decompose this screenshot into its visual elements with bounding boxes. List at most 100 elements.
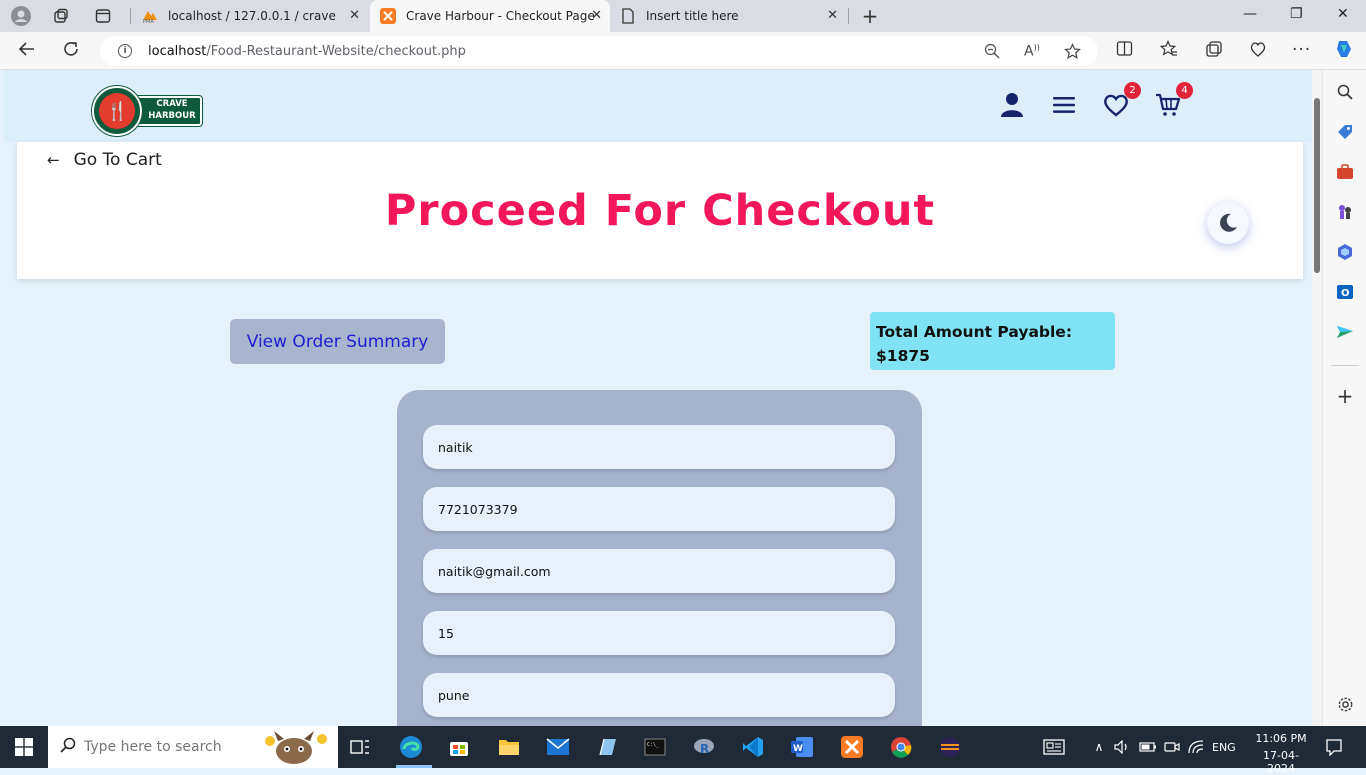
email-field[interactable] bbox=[423, 549, 895, 593]
notifications-icon[interactable] bbox=[1322, 735, 1346, 759]
search-icon[interactable] bbox=[1335, 82, 1355, 102]
split-screen-icon[interactable] bbox=[1116, 40, 1133, 62]
windows-start-icon[interactable] bbox=[12, 735, 36, 759]
xampp-taskbar-icon[interactable] bbox=[840, 735, 864, 759]
scrollbar-thumb[interactable] bbox=[1314, 98, 1320, 273]
house-number-field[interactable] bbox=[423, 611, 895, 655]
name-field[interactable] bbox=[423, 425, 895, 469]
close-window-icon[interactable]: ✕ bbox=[1337, 6, 1349, 22]
crave-harbour-logo[interactable]: 🍴 CRAVE HARBOUR bbox=[91, 85, 203, 137]
read-aloud-icon[interactable]: A)) bbox=[1024, 43, 1040, 60]
clock-date[interactable]: 17-04-2024 bbox=[1250, 749, 1312, 775]
restore-icon[interactable]: ❐ bbox=[1290, 6, 1303, 22]
cart-icon[interactable]: 4 bbox=[1155, 82, 1193, 118]
more-options-icon[interactable]: ··· bbox=[1292, 40, 1311, 60]
terminal-icon[interactable]: C:\_ bbox=[643, 735, 667, 759]
outlook-icon[interactable]: O bbox=[1335, 282, 1355, 302]
favorite-star-icon[interactable] bbox=[1064, 43, 1081, 64]
hamburger-menu-icon[interactable] bbox=[1051, 92, 1077, 118]
document-icon bbox=[620, 8, 636, 24]
eclipse-icon[interactable] bbox=[938, 735, 962, 759]
checkout-header-card: ← Go To Cart Proceed For Checkout bbox=[17, 142, 1303, 279]
tab-checkout[interactable]: Crave Harbour - Checkout Page ✕ bbox=[370, 0, 610, 32]
tab-insert-title[interactable]: Insert title here ✕ bbox=[612, 0, 846, 32]
close-tab-icon[interactable]: ✕ bbox=[349, 8, 360, 23]
address-bar[interactable]: i localhost/Food-Restaurant-Website/chec… bbox=[100, 36, 1098, 66]
svg-text:W: W bbox=[793, 744, 803, 754]
favorites-icon[interactable] bbox=[1159, 40, 1178, 62]
close-tab-icon[interactable]: ✕ bbox=[827, 8, 838, 23]
r-studio-icon[interactable]: R bbox=[692, 735, 716, 759]
taskbar-search-input[interactable] bbox=[84, 739, 244, 755]
news-widget-icon[interactable] bbox=[1042, 735, 1066, 759]
zoom-icon[interactable] bbox=[984, 43, 1000, 63]
site-info-icon[interactable]: i bbox=[118, 44, 132, 58]
add-sidebar-app-icon[interactable]: + bbox=[1335, 384, 1355, 408]
tab-phpmyadmin[interactable]: PMA localhost / 127.0.0.1 / crave | php … bbox=[132, 0, 368, 32]
profile-icon[interactable] bbox=[10, 5, 32, 27]
windows-taskbar: C:\_ R W ∧ ENG 11:06 PM 17-04-2024 bbox=[0, 726, 1366, 775]
tab-title: Crave Harbour - Checkout Page bbox=[406, 9, 595, 23]
new-tab-icon[interactable]: + bbox=[859, 4, 881, 28]
tab-title: localhost / 127.0.0.1 / crave | php bbox=[168, 9, 340, 23]
microsoft365-icon[interactable] bbox=[1335, 242, 1355, 262]
page-viewport: 🍴 CRAVE HARBOUR 2 4 ← Go To Cart Proceed … bbox=[4, 70, 1322, 726]
close-tab-icon[interactable]: ✕ bbox=[591, 8, 602, 23]
tools-briefcase-icon[interactable] bbox=[1335, 162, 1355, 182]
collections-icon[interactable] bbox=[1205, 40, 1223, 63]
user-icon[interactable] bbox=[999, 92, 1025, 118]
clock-time[interactable]: 11:06 PM bbox=[1252, 732, 1310, 745]
browser-toolbar: i localhost/Food-Restaurant-Website/chec… bbox=[0, 32, 1366, 70]
page-scrollbar[interactable] bbox=[1312, 70, 1322, 726]
task-view-icon[interactable] bbox=[348, 735, 372, 759]
search-icon bbox=[60, 737, 76, 757]
file-explorer-icon[interactable] bbox=[497, 735, 521, 759]
browser-essentials-icon[interactable] bbox=[1249, 40, 1267, 63]
browser-tab-bar: PMA localhost / 127.0.0.1 / crave | php … bbox=[0, 0, 1366, 32]
word-icon[interactable]: W bbox=[790, 735, 814, 759]
games-chess-icon[interactable] bbox=[1335, 202, 1355, 222]
minimize-icon[interactable]: — bbox=[1243, 6, 1257, 22]
notes-app-icon[interactable] bbox=[595, 735, 619, 759]
total-amount-label: Total Amount Payable: bbox=[876, 323, 1073, 341]
mail-icon[interactable] bbox=[546, 735, 570, 759]
vscode-icon[interactable] bbox=[741, 735, 765, 759]
back-icon[interactable] bbox=[18, 40, 36, 63]
tab-actions-icon[interactable] bbox=[92, 5, 114, 27]
search-highlight-image bbox=[256, 729, 332, 765]
arrow-left-icon: ← bbox=[47, 151, 60, 169]
volume-icon[interactable] bbox=[1110, 735, 1134, 759]
xampp-icon bbox=[380, 8, 396, 24]
edge-taskbar-icon[interactable] bbox=[398, 735, 424, 759]
site-header: 🍴 CRAVE HARBOUR 2 4 bbox=[4, 70, 1322, 142]
go-to-cart-label: Go To Cart bbox=[73, 150, 162, 170]
drop-send-icon[interactable] bbox=[1335, 322, 1355, 342]
chevron-up-icon[interactable]: ∧ bbox=[1087, 735, 1111, 759]
svg-text:R: R bbox=[700, 742, 709, 756]
wishlist-count-badge: 2 bbox=[1124, 82, 1141, 99]
battery-icon[interactable] bbox=[1136, 735, 1160, 759]
shopping-tag-icon[interactable] bbox=[1335, 122, 1355, 142]
workspaces-icon[interactable] bbox=[50, 5, 72, 27]
svg-text:PMA: PMA bbox=[143, 19, 154, 23]
wifi-icon[interactable] bbox=[1184, 735, 1208, 759]
go-to-cart-link[interactable]: ← Go To Cart bbox=[47, 150, 162, 170]
taskbar-search[interactable] bbox=[48, 726, 338, 768]
copilot-icon[interactable] bbox=[1333, 38, 1355, 65]
sidebar-settings-icon[interactable] bbox=[1335, 694, 1355, 714]
webcam-icon[interactable] bbox=[1160, 735, 1184, 759]
store-icon[interactable] bbox=[447, 735, 471, 759]
total-amount-box: Total Amount Payable: $1875 bbox=[870, 312, 1115, 370]
dark-mode-toggle[interactable] bbox=[1207, 202, 1249, 244]
chrome-icon[interactable] bbox=[889, 735, 913, 759]
phone-field[interactable] bbox=[423, 487, 895, 531]
svg-text:O: O bbox=[1341, 288, 1350, 299]
checkout-form bbox=[397, 390, 922, 726]
moon-icon bbox=[1220, 213, 1237, 232]
city-field[interactable] bbox=[423, 673, 895, 717]
url-text: localhost/Food-Restaurant-Website/checko… bbox=[148, 43, 466, 59]
view-order-summary-button[interactable]: View Order Summary bbox=[230, 319, 445, 364]
wishlist-heart-icon[interactable]: 2 bbox=[1103, 82, 1141, 118]
language-indicator[interactable]: ENG bbox=[1212, 741, 1236, 754]
refresh-icon[interactable] bbox=[62, 40, 80, 63]
